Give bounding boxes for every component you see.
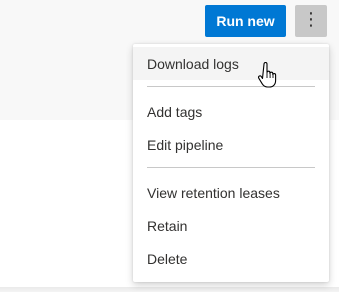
- run-new-label: Run new: [216, 13, 275, 29]
- menu-divider: [147, 167, 315, 168]
- menu-item-label: Retain: [147, 217, 188, 234]
- more-actions-button[interactable]: ⋮: [295, 5, 327, 37]
- menu-item-download-logs[interactable]: Download logs: [133, 47, 329, 80]
- menu-item-delete[interactable]: Delete: [133, 242, 329, 275]
- menu-item-view-retention-leases[interactable]: View retention leases: [133, 176, 329, 209]
- menu-item-label: Edit pipeline: [147, 136, 224, 153]
- menu-item-label: Add tags: [147, 103, 203, 120]
- menu-item-label: View retention leases: [147, 184, 280, 201]
- panel-bottom-edge: [0, 287, 339, 292]
- more-vertical-icon: ⋮: [302, 9, 320, 30]
- menu-item-retain[interactable]: Retain: [133, 209, 329, 242]
- run-new-button[interactable]: Run new: [205, 5, 286, 37]
- menu-item-edit-pipeline[interactable]: Edit pipeline: [133, 128, 329, 161]
- menu-item-add-tags[interactable]: Add tags: [133, 95, 329, 128]
- menu-item-label: Download logs: [147, 55, 239, 72]
- menu-item-label: Delete: [147, 250, 188, 267]
- more-actions-menu: Download logs Add tags Edit pipeline Vie…: [133, 44, 329, 282]
- menu-divider: [147, 86, 315, 87]
